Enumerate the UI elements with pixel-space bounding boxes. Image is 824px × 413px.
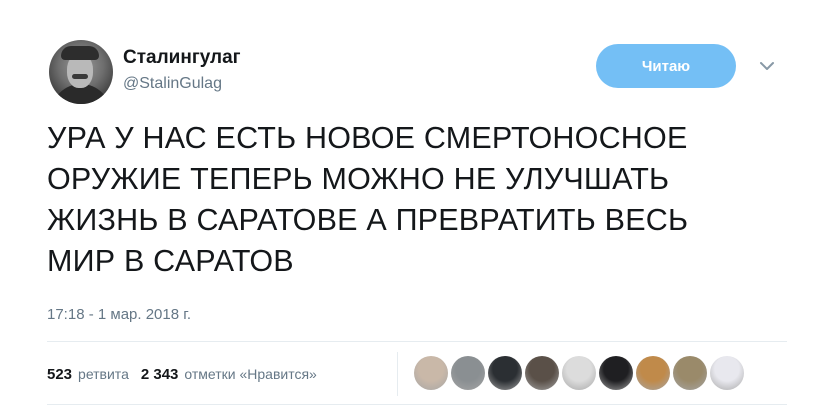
divider bbox=[47, 404, 787, 405]
avatar-mustache-shape bbox=[72, 74, 88, 79]
retweet-count-label: ретвита bbox=[78, 365, 129, 382]
author-name[interactable]: Сталингулаг bbox=[123, 47, 241, 69]
retweet-count-number: 523 bbox=[47, 365, 73, 383]
author-avatar[interactable] bbox=[49, 40, 113, 104]
like-count-label: отметки «Нравится» bbox=[184, 365, 317, 382]
avatar-cap-shape bbox=[61, 46, 99, 60]
tweet-text: УРА У НАС ЕСТЬ НОВОЕ СМЕРТОНОСНОЕ ОРУЖИЕ… bbox=[47, 118, 787, 282]
tweet-text-line: ОРУЖИЕ ТЕПЕРЬ МОЖНО НЕ УЛУЧШАТЬ bbox=[47, 162, 670, 196]
divider bbox=[47, 341, 787, 342]
tweet-text-line: ЖИЗНЬ В САРАТОВЕ А ПРЕВРАТИТЬ ВЕСЬ bbox=[47, 203, 689, 237]
tweet-header: Сталингулаг @StalinGulag Читаю bbox=[49, 40, 789, 104]
like-count[interactable]: 2 343 отметки «Нравится» bbox=[141, 366, 317, 383]
following-button[interactable]: Читаю bbox=[596, 44, 736, 88]
liker-avatar-icon[interactable] bbox=[488, 356, 522, 390]
retweet-count[interactable]: 523 ретвита bbox=[47, 366, 129, 383]
liker-avatar-icon[interactable] bbox=[710, 356, 744, 390]
liker-avatar-icon[interactable] bbox=[414, 356, 448, 390]
tweet-stats: 523 ретвита 2 343 отметки «Нравится» bbox=[47, 362, 329, 386]
liker-avatar-icon[interactable] bbox=[451, 356, 485, 390]
stats-separator bbox=[397, 352, 398, 396]
liker-avatar-icon[interactable] bbox=[673, 356, 707, 390]
chevron-down-icon[interactable] bbox=[757, 56, 777, 76]
liker-avatar-icon[interactable] bbox=[636, 356, 670, 390]
tweet-timestamp[interactable]: 17:18 - 1 мар. 2018 г. bbox=[47, 306, 191, 323]
tweet-text-line: МИР В САРАТОВ bbox=[47, 244, 294, 278]
author-handle: @StalinGulag bbox=[123, 75, 222, 92]
liker-avatar-icon[interactable] bbox=[599, 356, 633, 390]
liker-avatars bbox=[414, 355, 747, 391]
liker-avatar-icon[interactable] bbox=[525, 356, 559, 390]
tweet-text-line: УРА У НАС ЕСТЬ НОВОЕ СМЕРТОНОСНОЕ bbox=[47, 121, 688, 155]
liker-avatar-icon[interactable] bbox=[562, 356, 596, 390]
like-count-number: 2 343 bbox=[140, 365, 179, 383]
